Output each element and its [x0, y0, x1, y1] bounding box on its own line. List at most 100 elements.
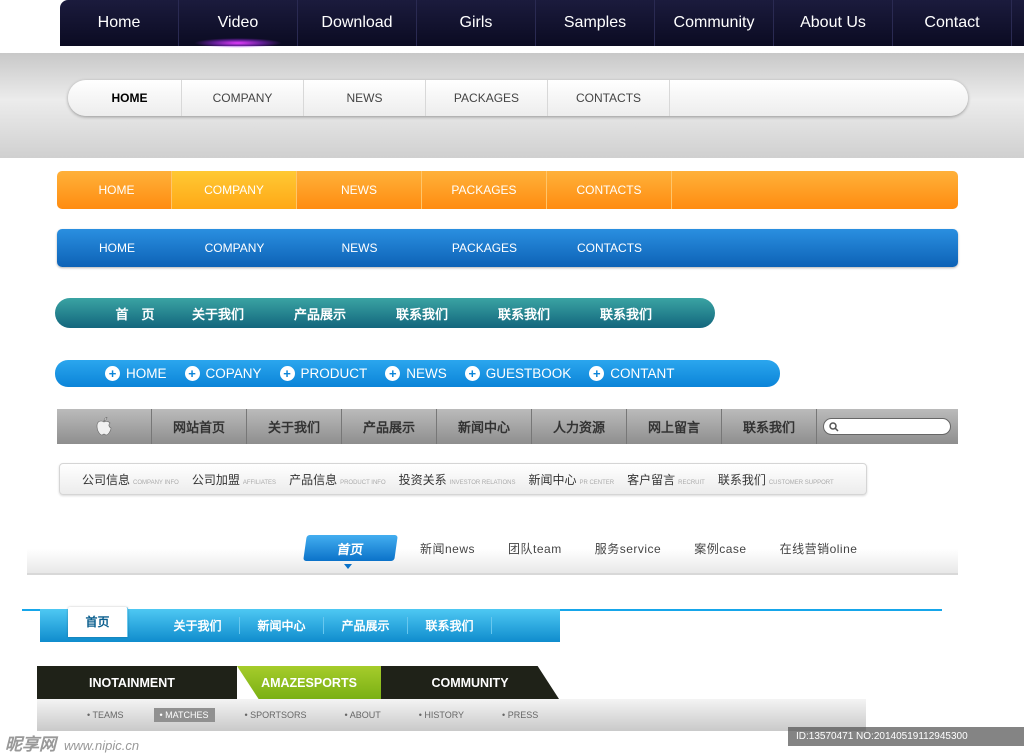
nav-item-download[interactable]: Download	[298, 0, 417, 46]
nav-item-contact[interactable]: + CONTANT	[589, 366, 675, 381]
nav-item-company[interactable]: COMPANY	[172, 171, 297, 209]
nav-sublabel: customer support	[768, 479, 834, 486]
nav-item-samples[interactable]: Samples	[536, 0, 655, 46]
subnav-history[interactable]: • HISTORY	[419, 710, 464, 720]
nav-label: CONTANT	[610, 366, 675, 381]
nav-item-contacts[interactable]: CONTACTS	[547, 229, 672, 267]
bilingual-nav: 公司信息 company info 公司加盟 affiliates 产品信息 prod…	[59, 463, 867, 495]
nav-item-guestbook[interactable]: + GUESTBOOK	[464, 366, 571, 381]
subnav-label: SPORTSORS	[250, 710, 307, 720]
nav-item-team[interactable]: 团队team	[508, 540, 562, 557]
nav-item-company-info[interactable]: 公司信息 company info	[82, 471, 179, 488]
nav-item-home[interactable]: Home	[60, 0, 179, 46]
nav-item-about[interactable]: 关于我们	[156, 617, 240, 634]
nav-item-contact[interactable]: 联系我们	[371, 304, 473, 323]
nav-item-news[interactable]: 新闻中心	[240, 617, 324, 634]
nav-item-pr-center[interactable]: 新闻中心 pr center	[528, 471, 614, 488]
nav-label: COPANY	[205, 366, 262, 381]
nav-item-home[interactable]: 首页	[68, 606, 128, 637]
nav-item-news[interactable]: NEWS	[297, 229, 422, 267]
nav-item-affiliates[interactable]: 公司加盟 affiliates	[192, 471, 276, 488]
nav-item-products[interactable]: 产品展示	[269, 304, 371, 323]
nav-item-product-info[interactable]: 产品信息 product info	[289, 471, 386, 488]
nav-label: 联系我们	[717, 472, 766, 487]
nav-item-product[interactable]: + PRODUCT	[279, 366, 367, 381]
nav-item-news[interactable]: + NEWS	[385, 366, 447, 381]
subnav-matches[interactable]: • MATCHES	[153, 708, 215, 722]
nav-item-contact[interactable]: 联系我们	[408, 617, 492, 634]
nav-item-hr[interactable]: 人力资源	[532, 409, 627, 444]
nav-item-company[interactable]: COMPANY	[172, 229, 297, 267]
nav-item-contact[interactable]: Contact	[893, 0, 1012, 46]
nav-item-service[interactable]: 服务service	[595, 540, 662, 557]
nav-item-girls[interactable]: Girls	[417, 0, 536, 46]
nav-item-contacts[interactable]: CONTACTS	[547, 171, 672, 209]
nav-item-home-active[interactable]: 首页	[303, 535, 398, 561]
nav-item-video[interactable]: Video	[179, 0, 298, 48]
nav-item-home[interactable]: 网站首页	[152, 409, 247, 444]
nav-item-home[interactable]: 首 页	[103, 304, 167, 323]
plus-icon: +	[385, 366, 401, 381]
nav-item-about-us[interactable]: About Us	[774, 0, 893, 46]
nav-item-packages[interactable]: PACKAGES	[426, 80, 548, 116]
subnav-about[interactable]: • ABOUT	[345, 710, 381, 720]
nav-item-investor[interactable]: 投资关系 investor relations	[399, 471, 516, 488]
nav-item-message[interactable]: 网上留言	[627, 409, 722, 444]
nav-label: 产品信息	[289, 472, 338, 487]
image-id-label: ID:13570471 NO:20140519112945300	[788, 727, 1024, 746]
nav-item-home[interactable]: HOME	[62, 171, 172, 209]
nav-label: HOME	[126, 366, 167, 381]
nav-item-about[interactable]: 关于我们	[247, 409, 342, 444]
nav-item-home[interactable]: HOME	[62, 229, 172, 267]
nav-item-news[interactable]: 新闻news	[420, 540, 475, 557]
subnav-teams[interactable]: • TEAMS	[87, 710, 124, 720]
nav-item-packages[interactable]: PACKAGES	[422, 229, 547, 267]
nav-item-support[interactable]: 联系我们 customer support	[718, 471, 834, 488]
nav-label: 投资关系	[398, 472, 447, 487]
watermark: 昵享网 www.nipic.cn	[5, 730, 139, 755]
nav-item-packages[interactable]: PACKAGES	[422, 171, 547, 209]
subnav-label: ABOUT	[349, 710, 381, 720]
nav-item-case[interactable]: 案例case	[694, 540, 746, 557]
teal-nav: 首 页 关于我们 产品展示 联系我们 联系我们 联系我们	[55, 298, 715, 328]
subnav-label: PRESS	[507, 710, 539, 720]
nav-item-news[interactable]: 新闻中心	[437, 409, 532, 444]
blue-nav: HOME COMPANY NEWS PACKAGES CONTACTS	[57, 229, 958, 267]
search-input[interactable]	[823, 418, 951, 435]
nav-item-company[interactable]: + COPANY	[184, 366, 262, 381]
pill-nav: HOME COMPANY NEWS PACKAGES CONTACTS	[68, 80, 968, 116]
subnav-sportsors[interactable]: • SPORTSORS	[245, 710, 307, 720]
sports-subnav: • TEAMS • MATCHES • SPORTSORS • ABOUT • …	[37, 699, 866, 731]
subnav-press[interactable]: • PRESS	[502, 710, 538, 720]
nav-item-home[interactable]: + HOME	[105, 366, 167, 381]
nav-item-home[interactable]: HOME	[78, 80, 182, 116]
nav-item-contact[interactable]: 联系我们	[473, 304, 575, 323]
watermark-url: www.nipic.cn	[64, 738, 140, 753]
tab-amazesports[interactable]: AMAZESPORTS	[237, 666, 399, 699]
nav-item-about[interactable]: 关于我们	[167, 304, 269, 323]
nav-item-news[interactable]: NEWS	[304, 80, 426, 116]
tab-inotainment[interactable]: INOTAINMENT	[37, 666, 237, 699]
nav-item-community[interactable]: Community	[655, 0, 774, 46]
tab-community[interactable]: COMMUNITY	[381, 666, 559, 699]
nav-showcase: Home Video Download Girls Samples Commun…	[0, 0, 1024, 756]
nav-item-products[interactable]: 产品展示	[342, 409, 437, 444]
plus-nav: + HOME + COPANY + PRODUCT + NEWS + GUESTBOOK …	[55, 360, 780, 387]
gray-nav: 网站首页 关于我们 产品展示 新闻中心 人力资源 网上留言 联系我们	[57, 409, 958, 444]
nav-item-contact[interactable]: 联系我们	[722, 409, 817, 444]
nav-item-contacts[interactable]: CONTACTS	[548, 80, 670, 116]
nav-item-company[interactable]: COMPANY	[182, 80, 304, 116]
plus-icon: +	[105, 366, 120, 381]
dark-nav: Home Video Download Girls Samples Commun…	[60, 0, 1024, 48]
apple-icon[interactable]	[57, 409, 152, 444]
nav-item-products[interactable]: 产品展示	[324, 617, 408, 634]
nav-item-recruit[interactable]: 客户留言 recruit	[627, 471, 705, 488]
cyan-tab-nav: 首页 关于我们 新闻中心 产品展示 联系我们	[40, 606, 560, 642]
plus-icon: +	[184, 366, 200, 381]
nav-item-contact[interactable]: 联系我们	[575, 304, 677, 323]
nav-item-news[interactable]: NEWS	[297, 171, 422, 209]
nav-sublabel: product info	[340, 479, 386, 486]
active-indicator	[344, 564, 352, 569]
nav-item-online[interactable]: 在线营销oline	[780, 540, 858, 557]
watermark-brand: 昵享网	[5, 735, 56, 754]
